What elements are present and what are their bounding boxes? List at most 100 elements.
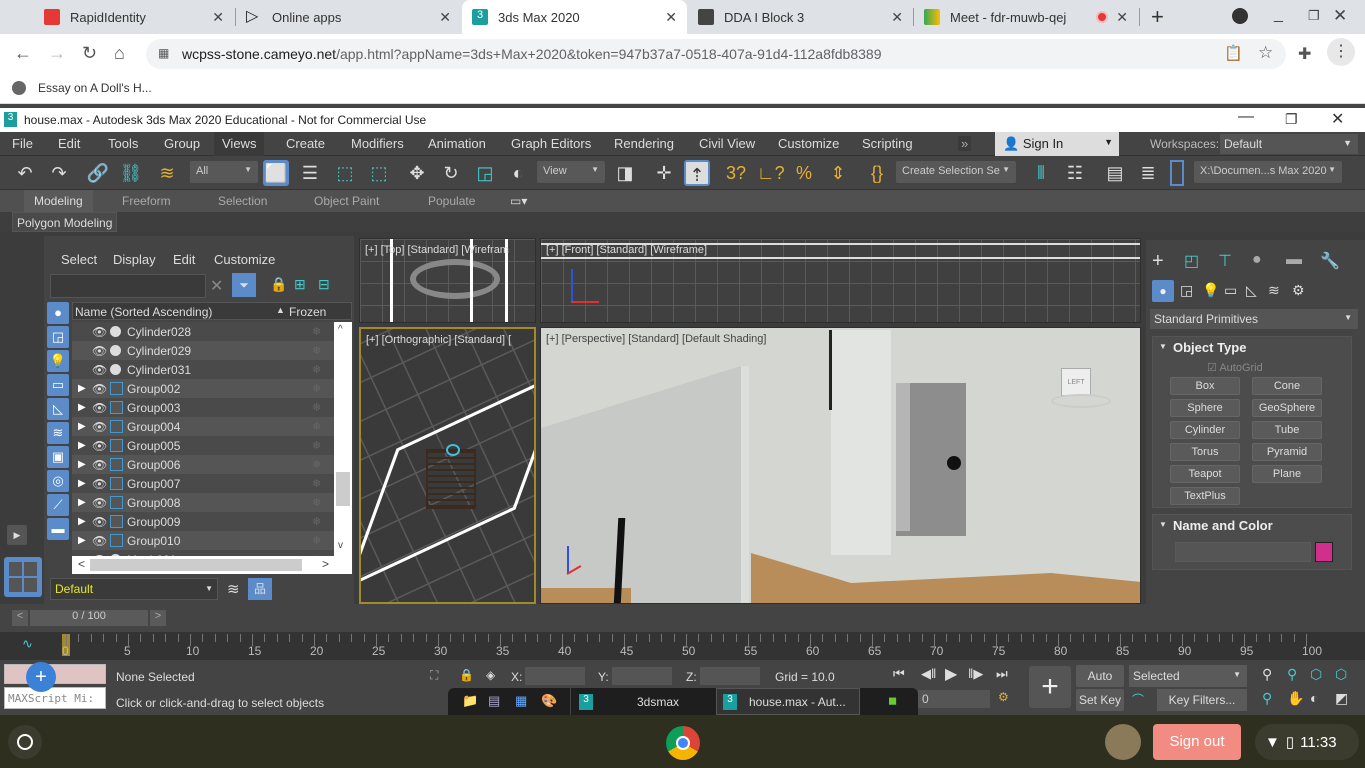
isolate-selection-icon[interactable]: ⛶ [430, 668, 438, 683]
minimize-button[interactable]: _ [1274, 6, 1283, 24]
set-key-button[interactable]: Set Key [1076, 689, 1124, 711]
floating-add-button[interactable]: + [26, 662, 56, 692]
lock-icon[interactable]: 🔒 [270, 276, 287, 293]
clear-search-icon[interactable]: ✕ [210, 276, 223, 296]
bookmark-star-icon[interactable]: ☆ [1258, 43, 1273, 63]
frozen-toggle-icon[interactable]: ❄ [312, 344, 321, 357]
display-tab-icon[interactable]: ▬ [1286, 251, 1302, 269]
menu-create[interactable]: Create [286, 136, 325, 151]
browser-menu-icon[interactable]: ⋮ [1327, 38, 1355, 66]
ribbon-options-icon[interactable]: ▭▾ [510, 194, 527, 208]
viewport-top[interactable]: [+] [Top] [Standard] [Wirefram [359, 238, 536, 323]
explorer-row[interactable]: ▶ 👁 Group008 ❄ [72, 493, 334, 512]
hierarchy-link-icon[interactable]: ⊟ [318, 276, 330, 293]
systems-icon[interactable]: ⚙ [1292, 282, 1305, 299]
cameras-icon[interactable]: ▭ [1224, 282, 1237, 299]
visibility-eye-icon[interactable]: 👁 [92, 420, 107, 434]
filter-geometry-icon[interactable]: ● [47, 302, 69, 324]
hierarchy-icon[interactable]: ⊞ [294, 276, 306, 293]
set-key-big-button[interactable]: + [1029, 666, 1071, 708]
workspace-dropdown[interactable]: Default ▼ [1220, 134, 1358, 154]
zoom-extents-icon[interactable]: ⬡ [1310, 666, 1322, 683]
pivot-center-icon[interactable]: ◨ [612, 160, 638, 186]
next-key-icon[interactable]: ‖▶ [968, 666, 983, 682]
select-by-name-icon[interactable]: ☰ [297, 160, 323, 186]
layer-explorer-icon[interactable]: ≣ [1135, 160, 1161, 186]
zoom-extents-all-icon[interactable]: ⬡ [1335, 666, 1347, 683]
rectangular-selection-icon[interactable]: ⬚ [332, 160, 358, 186]
maximize-viewport-icon[interactable]: ◩ [1335, 690, 1348, 707]
key-mode-dropdown[interactable]: Selected ▼ [1129, 665, 1247, 687]
field-of-view-icon[interactable]: ⚲ [1262, 690, 1272, 707]
viewport-layout-button[interactable] [4, 557, 42, 597]
x-coord-input[interactable] [525, 667, 585, 685]
edit-named-selection-icon[interactable]: {} [864, 160, 890, 186]
hierarchy-tab-icon[interactable]: ⊤ [1218, 251, 1232, 271]
link-icon[interactable]: 🔗 [85, 160, 111, 186]
app-minimize-button[interactable]: — [1238, 108, 1254, 126]
filter-shapes-icon[interactable]: ◲ [47, 326, 69, 348]
collapse-icon[interactable]: ▼ [1159, 342, 1167, 351]
expand-panel-button[interactable]: ▶ [7, 525, 27, 545]
app-restore-button[interactable]: ❐ [1285, 111, 1298, 128]
tab-dda-block[interactable]: DDA I Block 3 ✕ [688, 0, 913, 34]
explorer-vertical-scrollbar[interactable]: ^ v [334, 322, 352, 556]
menu-overflow-icon[interactable]: » [958, 136, 972, 151]
scale-icon[interactable]: ◲ [472, 160, 498, 186]
frozen-toggle-icon[interactable]: ❄ [312, 325, 321, 338]
maxscript-mini-input[interactable]: MAXScript Mi: [4, 687, 106, 709]
explorer-row[interactable]: ▶ 👁 Group002 ❄ [72, 379, 334, 398]
shapes-icon[interactable]: ◲ [1180, 282, 1193, 299]
ribbon-tab-object-paint[interactable]: Object Paint [314, 194, 379, 208]
explorer-row[interactable]: ▶ 👁 Group006 ❄ [72, 455, 334, 474]
close-tab-icon[interactable]: ✕ [665, 9, 677, 26]
sort-by-hierarchy-icon[interactable]: 品 [248, 578, 272, 600]
expand-icon[interactable]: ▶ [78, 402, 86, 413]
menu-rendering[interactable]: Rendering [614, 136, 674, 151]
menu-scripting[interactable]: Scripting [862, 136, 913, 151]
name-color-title[interactable]: Name and Color [1173, 518, 1273, 533]
new-tab-button[interactable]: + [1151, 4, 1164, 30]
primitive-button-textplus[interactable]: TextPlus [1170, 487, 1240, 505]
expand-icon[interactable]: ▶ [78, 516, 86, 527]
explorer-menu-edit[interactable]: Edit [173, 252, 195, 267]
tab-3ds-max[interactable]: 3 3ds Max 2020 ✕ [462, 0, 687, 34]
explorer-row[interactable]: ▶ 👁 Group005 ❄ [72, 436, 334, 455]
frozen-toggle-icon[interactable]: ❄ [312, 401, 321, 414]
calculator-icon[interactable]: ▦ [515, 693, 527, 709]
play-icon[interactable]: ▶ [945, 664, 957, 684]
place-icon[interactable]: ◐ [505, 160, 531, 186]
viewport-perspective[interactable]: LEFT [+] [Perspective] [Standard] [Defau… [540, 327, 1141, 604]
time-slider[interactable]: < 0 / 100 > [12, 610, 172, 626]
tab-search-icon[interactable] [1232, 8, 1248, 24]
undo-icon[interactable]: ↶ [12, 160, 38, 186]
primitive-button-cone[interactable]: Cone [1252, 377, 1322, 395]
viewport-front[interactable]: [+] [Front] [Standard] [Wireframe] [540, 238, 1141, 323]
visibility-eye-icon[interactable]: 👁 [92, 344, 107, 358]
filter-cameras-icon[interactable]: ▭ [47, 374, 69, 396]
viewport-front-label[interactable]: [+] [Front] [Standard] [Wireframe] [546, 244, 707, 256]
menu-modifiers[interactable]: Modifiers [351, 136, 404, 151]
tab-online-apps[interactable]: ▷ Online apps ✕ [236, 0, 461, 34]
reload-icon[interactable]: ↻ [82, 43, 97, 64]
filter-helpers-icon[interactable]: ◺ [47, 398, 69, 420]
align-icon[interactable]: ☷ [1062, 160, 1088, 186]
zoom-icon[interactable]: ⚲ [1262, 666, 1272, 683]
ribbon-tab-populate[interactable]: Populate [428, 194, 475, 208]
filter-groups-icon[interactable]: ▣ [47, 446, 69, 468]
expand-icon[interactable]: ▶ [78, 535, 86, 546]
select-manipulate-icon[interactable]: ✛ [651, 160, 677, 186]
viewport-ortho-label[interactable]: [+] [Orthographic] [Standard] [ [366, 334, 511, 346]
primitive-button-tube[interactable]: Tube [1252, 421, 1322, 439]
primitive-button-torus[interactable]: Torus [1170, 443, 1240, 461]
visibility-eye-icon[interactable]: 👁 [92, 401, 107, 415]
file-explorer-icon[interactable]: 📁 [462, 693, 478, 709]
auto-key-button[interactable]: Auto Key [1076, 665, 1124, 705]
current-frame-input[interactable]: 0 [918, 690, 990, 708]
expand-icon[interactable]: ▶ [78, 497, 86, 508]
taskbar-item-3dsmax[interactable]: 3 3dsmax [570, 688, 715, 715]
forward-icon[interactable]: → [48, 43, 66, 64]
filter-xrefs-icon[interactable]: ◎ [47, 470, 69, 492]
visibility-eye-icon[interactable]: 👁 [92, 382, 107, 396]
mirror-icon[interactable]: ⫴ [1028, 160, 1054, 186]
